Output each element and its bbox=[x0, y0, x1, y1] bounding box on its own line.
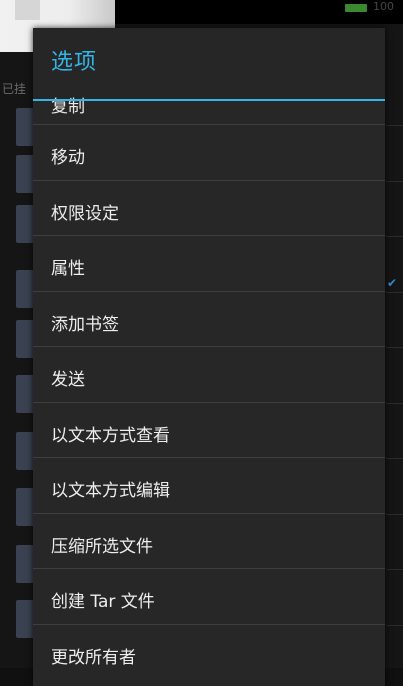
menu-item-view-as-text[interactable]: 以文本方式查看 bbox=[33, 401, 385, 458]
menu-item-move[interactable]: 移动 bbox=[33, 124, 385, 180]
divider bbox=[386, 347, 403, 348]
menu-item-label: 发送 bbox=[51, 370, 85, 390]
blurred-region-dark bbox=[15, 0, 40, 20]
menu-item-label: 添加书签 bbox=[51, 314, 119, 335]
menu-item-edit-as-text[interactable]: 以文本方式编辑 bbox=[33, 457, 385, 513]
menu-item-permissions[interactable]: 权限设定 bbox=[33, 179, 385, 236]
menu-item-label: 移动 bbox=[51, 148, 85, 168]
divider bbox=[386, 569, 403, 570]
divider bbox=[386, 292, 403, 293]
menu-item-label: 创建 Tar 文件 bbox=[51, 592, 155, 612]
menu-item-create-tar[interactable]: 创建 Tar 文件 bbox=[33, 568, 385, 624]
menu-item-label: 更改所有者 bbox=[51, 647, 136, 668]
menu-item-compress[interactable]: 压缩所选文件 bbox=[33, 512, 385, 569]
options-list: 移动 权限设定 属性 添加书签 发送 以文本方式查看 以文本方式编辑 压缩所选文… bbox=[33, 124, 385, 679]
menu-item-label: 压缩所选文件 bbox=[51, 536, 153, 557]
divider bbox=[386, 181, 403, 182]
menu-item-change-owner[interactable]: 更改所有者 bbox=[33, 623, 385, 680]
dialog-title: 选项 bbox=[51, 50, 98, 75]
checkmark-icon: ✔ bbox=[387, 276, 398, 290]
menu-item-label: 以文本方式编辑 bbox=[51, 481, 170, 501]
divider bbox=[386, 625, 403, 626]
menu-item-label: 以文本方式查看 bbox=[51, 425, 170, 446]
menu-item-label: 属性 bbox=[51, 259, 85, 279]
divider bbox=[386, 236, 403, 237]
battery-percent: 100 bbox=[373, 0, 394, 13]
background-label: 已挂 bbox=[2, 82, 27, 96]
menu-item-properties[interactable]: 属性 bbox=[33, 235, 385, 291]
divider bbox=[386, 403, 403, 404]
menu-item-copy[interactable]: 复制 bbox=[51, 86, 251, 126]
dialog-title-divider bbox=[33, 99, 385, 101]
divider bbox=[386, 125, 403, 126]
menu-item-send[interactable]: 发送 bbox=[33, 346, 385, 402]
divider bbox=[386, 458, 403, 459]
menu-item-add-bookmark[interactable]: 添加书签 bbox=[33, 290, 385, 347]
divider bbox=[386, 514, 403, 515]
menu-item-label: 权限设定 bbox=[51, 203, 119, 224]
options-dialog: 选项 复制 移动 权限设定 属性 添加书签 发送 以文本方式查看 以文本方式编辑… bbox=[33, 28, 385, 686]
battery-icon bbox=[345, 4, 367, 12]
